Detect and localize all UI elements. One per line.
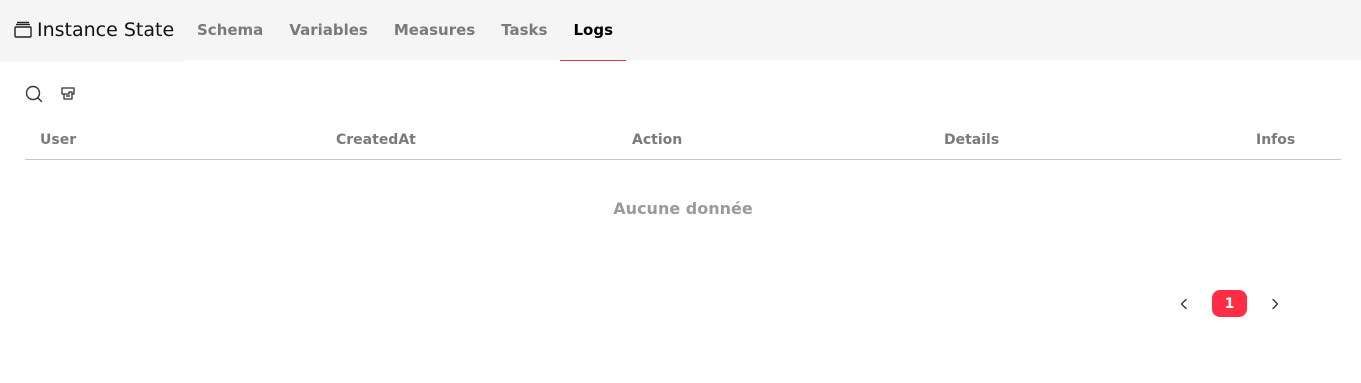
table-header: User CreatedAt Action Details Infos: [25, 122, 1341, 160]
column-header-infos[interactable]: Infos: [1256, 132, 1295, 148]
page-button-current[interactable]: 1: [1212, 290, 1247, 317]
filter-clear-icon[interactable]: [58, 84, 78, 104]
logs-table: User CreatedAt Action Details Infos Aucu…: [25, 122, 1341, 218]
column-header-user[interactable]: User: [40, 132, 76, 148]
search-icon[interactable]: [24, 84, 44, 104]
pagination: 1: [1170, 290, 1289, 317]
top-header: Instance State Schema Variables Measures…: [0, 0, 1361, 61]
column-header-createdat[interactable]: CreatedAt: [336, 132, 416, 148]
tab-measures[interactable]: Measures: [381, 0, 488, 60]
table-toolbar: [24, 84, 78, 104]
chevron-left-icon: [1180, 298, 1187, 309]
next-page-button[interactable]: [1261, 290, 1289, 317]
header-extension: [0, 60, 184, 62]
page-title: Instance State: [37, 19, 175, 41]
tab-schema[interactable]: Schema: [184, 0, 276, 60]
window-stack-icon: [13, 20, 33, 40]
tab-logs[interactable]: Logs: [560, 0, 626, 61]
page-brand: Instance State: [13, 17, 174, 43]
previous-page-button[interactable]: [1170, 290, 1198, 317]
column-header-details[interactable]: Details: [944, 132, 999, 148]
chevron-right-icon: [1272, 298, 1279, 309]
tab-tasks[interactable]: Tasks: [488, 0, 560, 60]
empty-state-text: Aucune donnée: [613, 199, 753, 218]
tab-bar: Schema Variables Measures Tasks Logs: [184, 0, 626, 61]
tab-variables[interactable]: Variables: [276, 0, 381, 60]
column-header-action[interactable]: Action: [632, 132, 682, 148]
